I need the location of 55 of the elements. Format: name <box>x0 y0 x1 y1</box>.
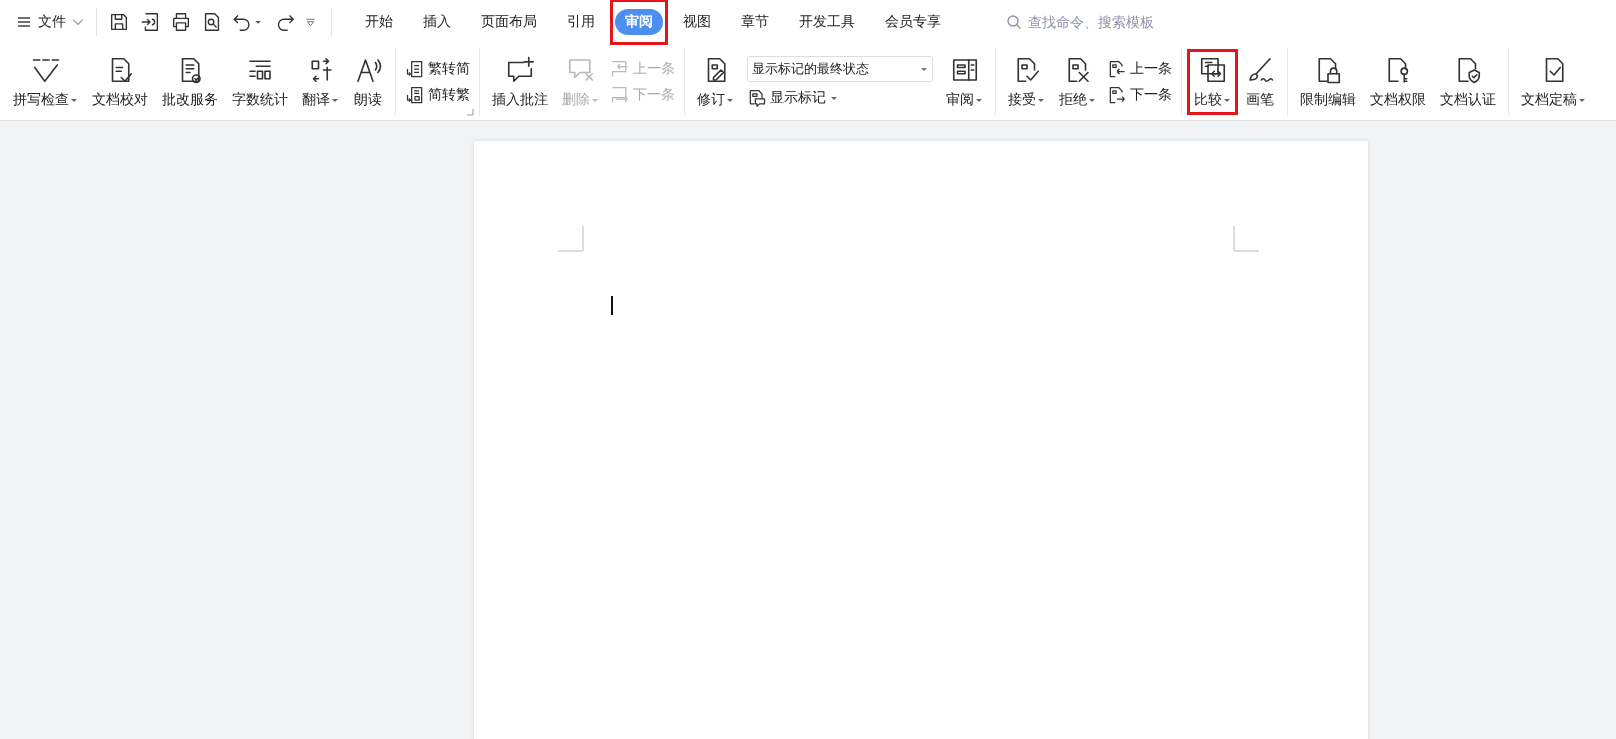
next-change-icon <box>1107 85 1127 105</box>
ribbon-button[interactable]: 画笔 <box>1238 49 1282 115</box>
caret-icon <box>726 96 734 104</box>
menu-icon <box>16 14 32 30</box>
ribbon-button[interactable]: 修订 <box>690 49 741 115</box>
margin-corner-mark <box>1233 226 1259 252</box>
previous-change-icon <box>1107 59 1127 79</box>
ribbon-tab[interactable]: 引用 <box>552 0 610 45</box>
ribbon-tab[interactable]: 开始 <box>350 0 408 45</box>
ribbon-button[interactable]: 比较 <box>1187 49 1238 115</box>
ribbon-tab[interactable]: 会员专享 <box>870 0 956 45</box>
chevron-down-icon <box>72 16 84 28</box>
ribbon-small-button[interactable]: 下一条 <box>1107 85 1172 105</box>
ribbon-button[interactable]: 文档定稿 <box>1514 49 1593 115</box>
file-menu[interactable]: 文件 <box>12 9 88 35</box>
search-field[interactable]: 查找命令、搜索模板 <box>1006 13 1200 31</box>
ribbon-tab[interactable]: 章节 <box>726 0 784 45</box>
ribbon-button[interactable]: 接受 <box>1001 49 1052 115</box>
ribbon-button[interactable]: 审阅 <box>939 49 990 115</box>
ribbon-tab[interactable]: 插入 <box>408 0 466 45</box>
ribbon-button[interactable]: 字数统计 <box>225 49 295 115</box>
ribbon-button[interactable]: 拼写检查 <box>6 49 85 115</box>
text-cursor <box>611 296 613 315</box>
ribbon-button[interactable]: 朗读 <box>346 49 390 115</box>
ribbon-small-button[interactable]: 简转繁 <box>405 85 470 105</box>
ribbon-button[interactable]: 拒绝 <box>1052 49 1103 115</box>
ribbon-small-button[interactable]: 繁转简 <box>405 59 470 79</box>
ribbon-small-button[interactable]: 上一条 <box>1107 59 1172 79</box>
caret-icon <box>975 96 983 104</box>
ribbon-button[interactable]: 文档校对 <box>85 49 155 115</box>
comment-plus-icon <box>505 55 535 85</box>
caret-icon <box>1578 96 1586 104</box>
markup-dropdown[interactable]: 显示标记的最终状态 <box>747 56 933 82</box>
caret-icon <box>920 65 928 73</box>
caret-icon <box>70 96 78 104</box>
next-comment-icon <box>610 85 630 105</box>
caret-icon <box>591 96 599 104</box>
ribbon-button[interactable]: 文档认证 <box>1433 49 1503 115</box>
ribbon-button[interactable]: 翻译 <box>295 49 346 115</box>
caret-icon <box>1088 96 1096 104</box>
margin-corner-mark <box>558 226 584 252</box>
caret-icon <box>331 96 339 104</box>
show-markup-button[interactable]: 显示标记 <box>747 88 933 108</box>
caret-icon <box>1037 96 1045 104</box>
search-icon <box>1006 14 1022 30</box>
ribbon-tab[interactable]: 开发工具 <box>784 0 870 45</box>
ribbon-button[interactable]: 批改服务 <box>155 49 225 115</box>
ribbon-tab[interactable]: 页面布局 <box>466 0 552 45</box>
caret-icon <box>1223 96 1231 104</box>
document-comment-icon <box>747 88 767 108</box>
previous-comment-icon <box>610 59 630 79</box>
ribbon-button[interactable]: 插入批注 <box>485 49 555 115</box>
ribbon-button[interactable]: 限制编辑 <box>1293 49 1363 115</box>
ribbon-tab[interactable]: 视图 <box>668 0 726 45</box>
ribbon-button[interactable]: 文档权限 <box>1363 49 1433 115</box>
